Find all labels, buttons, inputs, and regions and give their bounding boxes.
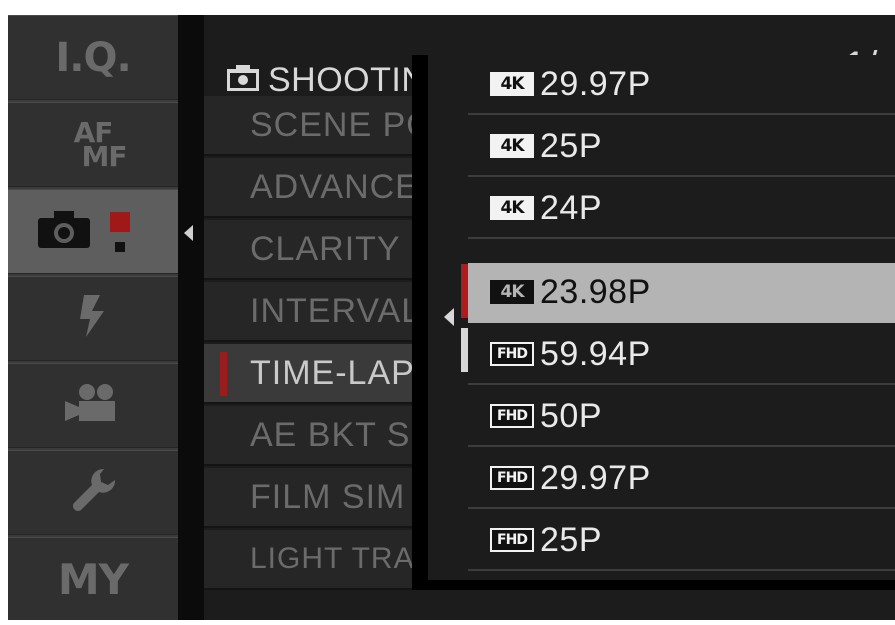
4k-badge-icon: 4K: [490, 280, 534, 304]
option-value: 50P: [540, 396, 602, 435]
4k-badge-icon: 4K: [490, 134, 534, 158]
camera-icon: [36, 208, 92, 255]
option-fhd-29.97p[interactable]: FHD 29.97P: [468, 449, 895, 509]
tab-movie[interactable]: [8, 363, 178, 448]
tab-mf-label: MF: [81, 139, 128, 173]
tab-my-menu[interactable]: MY: [8, 537, 178, 620]
camera-small-icon: [226, 64, 260, 97]
tab-iq-label: I.Q.: [55, 34, 131, 81]
4k-badge-icon: 4K: [490, 72, 534, 96]
rail-divider: [178, 15, 204, 620]
option-fhd-59.94p[interactable]: FHD 59.94P: [468, 325, 895, 385]
fhd-badge-icon: FHD: [490, 342, 534, 366]
selection-marker: [220, 352, 227, 396]
current-setting-marker: [461, 264, 468, 318]
option-fhd-25p[interactable]: FHD 25P: [468, 511, 895, 571]
option-value: 24P: [540, 188, 602, 227]
menu-item-label: AE BKT S: [250, 415, 411, 454]
page-indicator-icon: [110, 211, 130, 252]
flash-icon: [78, 293, 108, 344]
option-value: 25P: [540, 520, 602, 559]
tab-my-label: MY: [57, 555, 129, 604]
tab-shooting-setting[interactable]: [8, 189, 178, 274]
option-4k-23.98p[interactable]: 4K 23.98P: [468, 263, 895, 323]
movie-camera-icon: [63, 381, 123, 430]
frame-rate-dropdown: 4K 29.97P 4K 25P 4K 24P 4K 23.98P FHD 59…: [428, 55, 895, 580]
wrench-icon: [68, 465, 118, 520]
active-tab-pointer-icon: [184, 225, 193, 241]
option-4k-29.97p[interactable]: 4K 29.97P: [468, 55, 895, 115]
tab-image-quality[interactable]: I.Q.: [8, 15, 178, 100]
fhd-badge-icon: FHD: [490, 466, 534, 490]
option-4k-24p[interactable]: 4K 24P: [468, 179, 895, 239]
dropdown-pointer-icon: [444, 308, 454, 326]
4k-badge-icon: 4K: [490, 196, 534, 220]
option-value: 59.94P: [540, 334, 651, 373]
tab-setup[interactable]: [8, 450, 178, 535]
menu-item-label: INTERVAL: [250, 291, 422, 330]
option-value: 23.98P: [540, 272, 651, 311]
fhd-badge-icon: FHD: [490, 528, 534, 552]
menu-item-label: FILM SIM: [250, 477, 406, 516]
menu-tab-rail: I.Q. AF MF MY: [8, 15, 178, 620]
fhd-badge-icon: FHD: [490, 404, 534, 428]
option-value: 29.97P: [540, 458, 651, 497]
option-value: 29.97P: [540, 64, 651, 103]
camera-menu-screen: I.Q. AF MF MY SHOOTING SCENE POSITION AD…: [8, 15, 895, 620]
option-value: 25P: [540, 126, 602, 165]
tab-flash[interactable]: [8, 276, 178, 361]
scroll-marker: [461, 328, 468, 372]
option-fhd-50p[interactable]: FHD 50P: [468, 387, 895, 447]
menu-item-label: CLARITY: [250, 229, 401, 268]
tab-af-mf[interactable]: AF MF: [8, 102, 178, 187]
option-4k-25p[interactable]: 4K 25P: [468, 117, 895, 177]
